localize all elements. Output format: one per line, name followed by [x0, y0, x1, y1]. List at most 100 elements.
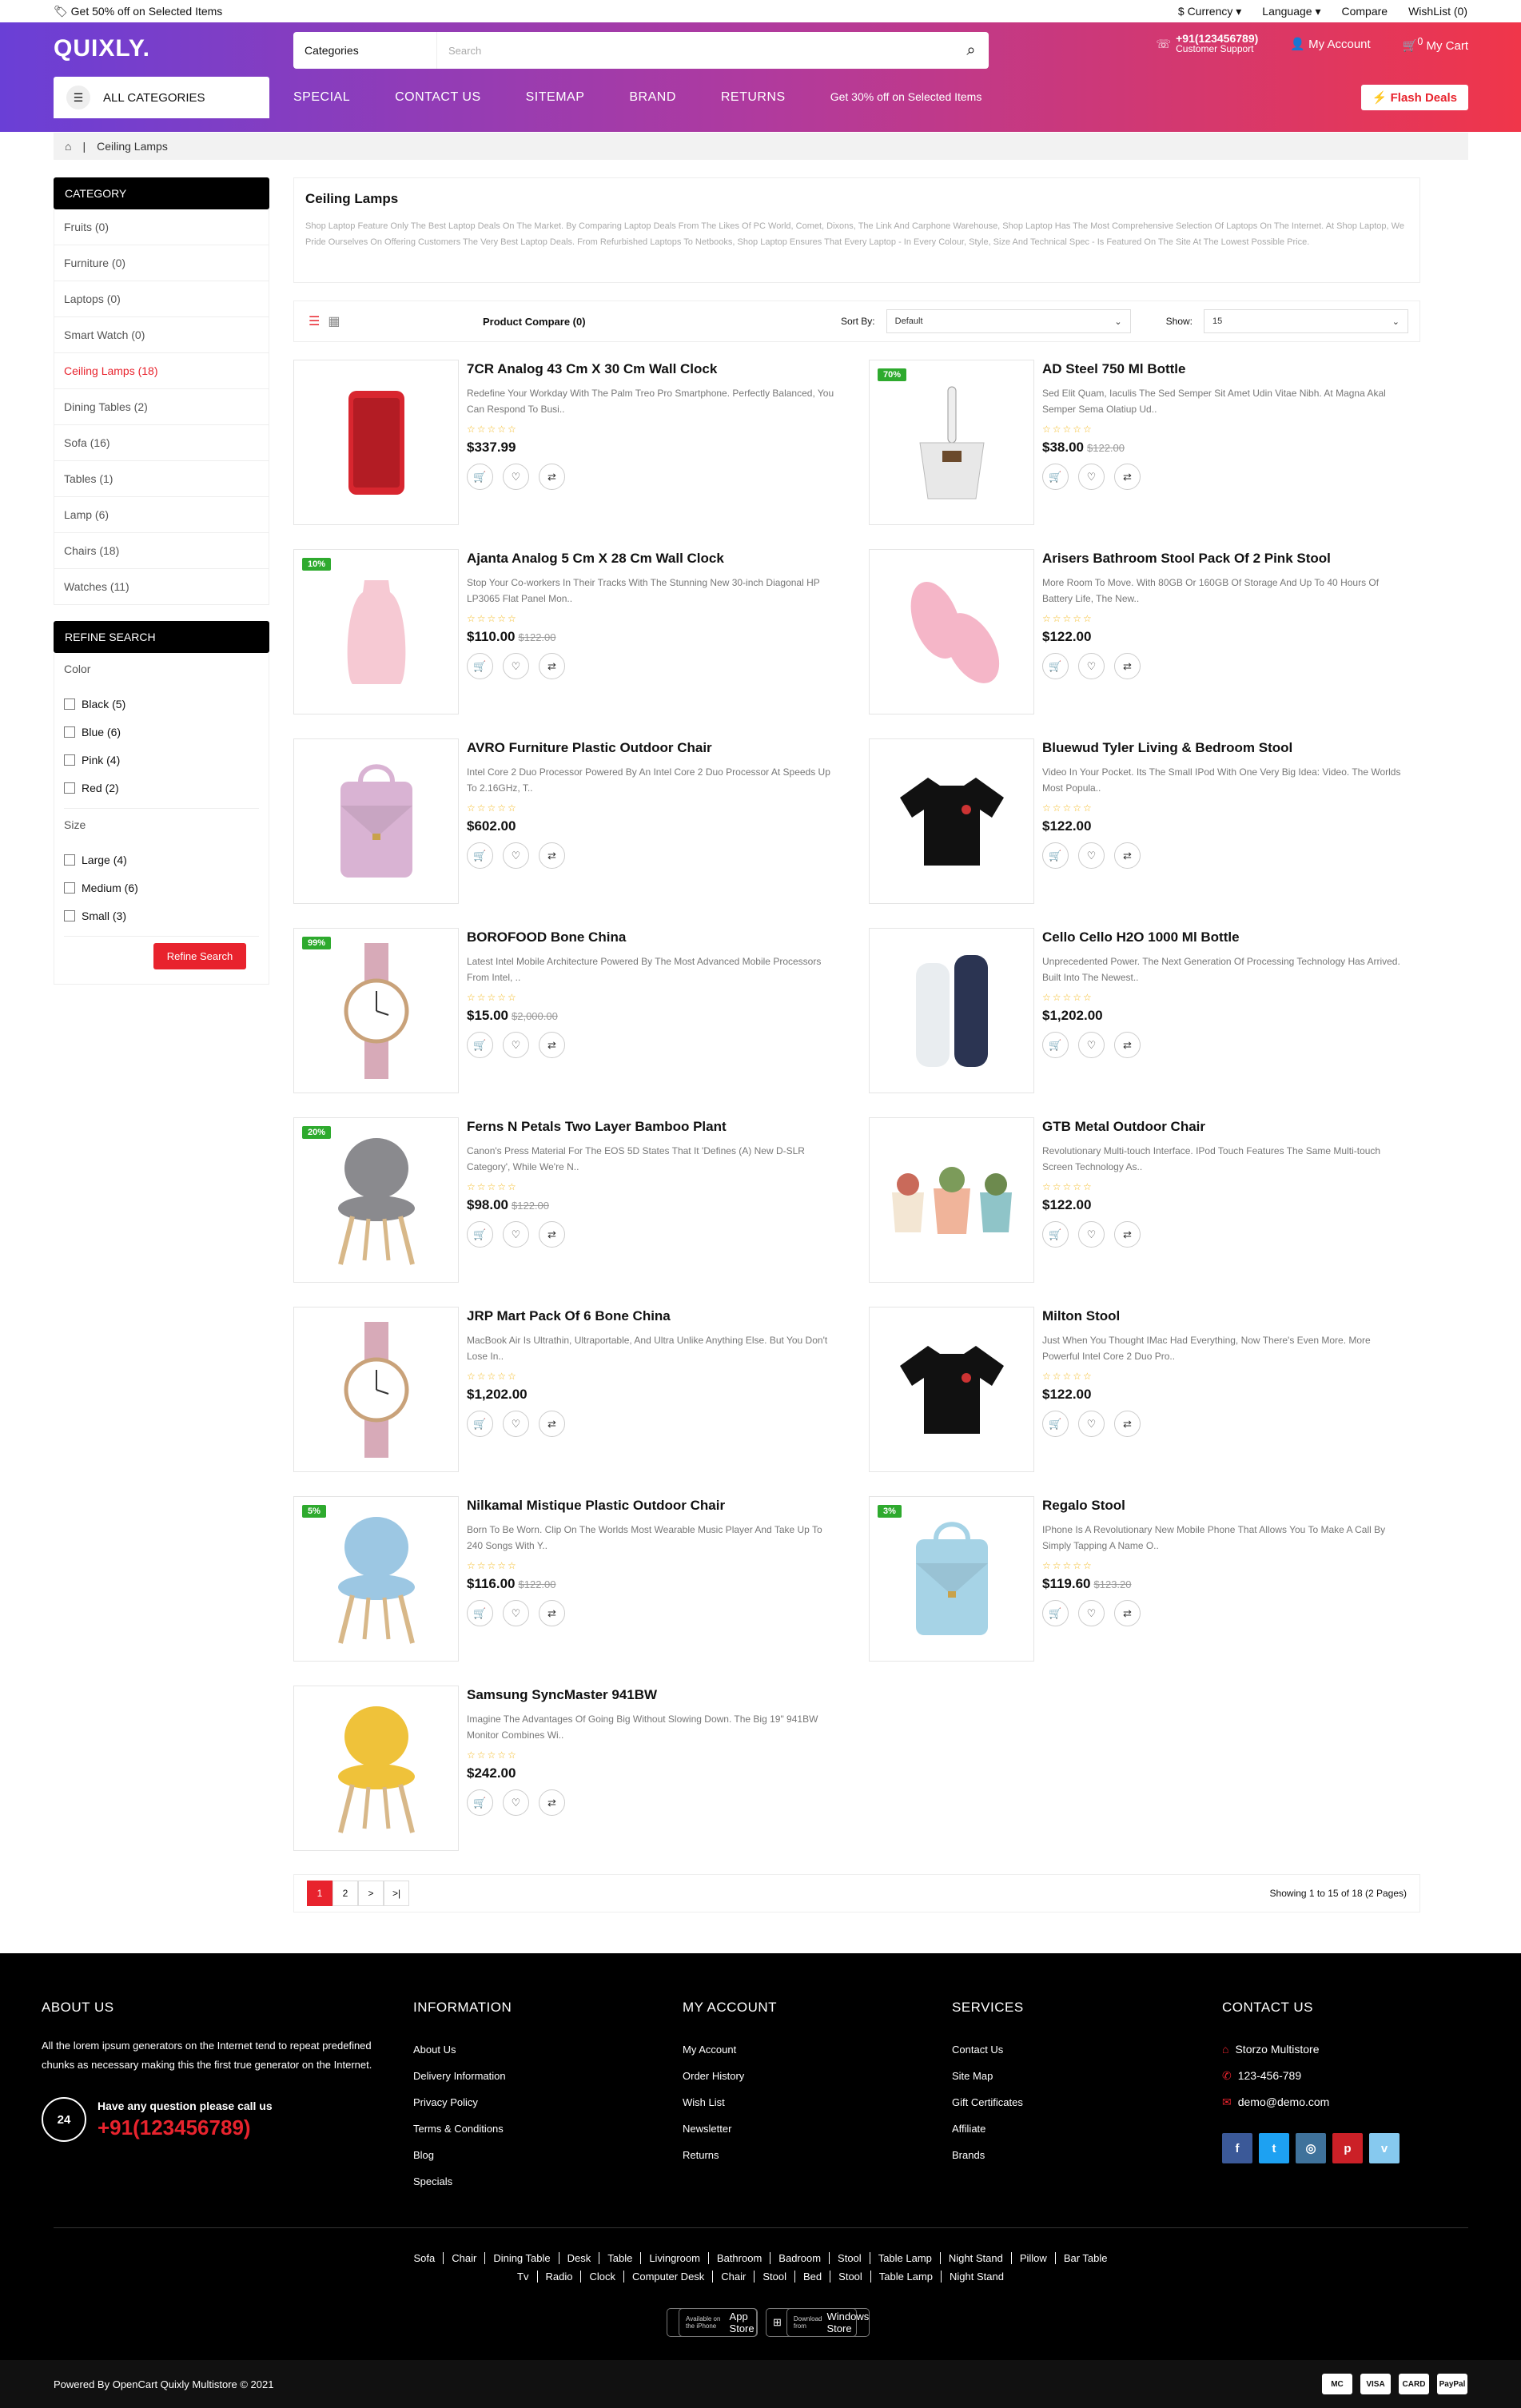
instagram-icon[interactable]: ◎: [1296, 2133, 1326, 2163]
add-to-cart-icon[interactable]: 🛒: [1042, 1411, 1069, 1437]
pinterest-icon[interactable]: p: [1332, 2133, 1363, 2163]
checkbox[interactable]: [64, 754, 75, 766]
search-icon[interactable]: ⌕: [954, 42, 989, 60]
product-name[interactable]: Ajanta Analog 5 Cm X 28 Cm Wall Clock: [467, 551, 834, 567]
wishlist-heart-icon[interactable]: ♡: [1078, 464, 1105, 490]
compare-icon[interactable]: ⇄: [539, 1221, 565, 1248]
footer-link[interactable]: Gift Certificates: [952, 2089, 1024, 2115]
compare-icon[interactable]: ⇄: [539, 1411, 565, 1437]
compare-icon[interactable]: ⇄: [539, 464, 565, 490]
footer-tag[interactable]: Badroom: [770, 2252, 830, 2264]
category-item[interactable]: Dining Tables (2): [54, 389, 269, 425]
facebook-icon[interactable]: f: [1222, 2133, 1252, 2163]
footer-tag[interactable]: Night Stand: [942, 2271, 1012, 2283]
compare-icon[interactable]: ⇄: [539, 1600, 565, 1626]
add-to-cart-icon[interactable]: 🛒: [467, 842, 493, 869]
add-to-cart-icon[interactable]: 🛒: [467, 653, 493, 679]
search-category-select[interactable]: Categories: [293, 32, 437, 69]
product-image[interactable]: [869, 738, 1034, 904]
footer-link[interactable]: Blog: [413, 2142, 512, 2168]
footer-tag[interactable]: Stool: [830, 2252, 870, 2264]
page-next[interactable]: >: [358, 1881, 384, 1906]
product-image[interactable]: [293, 1686, 459, 1851]
product-image[interactable]: 10%: [293, 549, 459, 714]
wishlist-heart-icon[interactable]: ♡: [503, 1600, 529, 1626]
add-to-cart-icon[interactable]: 🛒: [467, 1032, 493, 1058]
product-name[interactable]: JRP Mart Pack Of 6 Bone China: [467, 1308, 834, 1324]
product-name[interactable]: Ferns N Petals Two Layer Bamboo Plant: [467, 1119, 834, 1135]
email-address[interactable]: demo@demo.com: [1238, 2089, 1330, 2115]
product-image[interactable]: [293, 738, 459, 904]
product-image[interactable]: [293, 1307, 459, 1472]
footer-link[interactable]: Affiliate: [952, 2115, 1024, 2142]
footer-tag[interactable]: Table: [599, 2252, 642, 2264]
footer-tag[interactable]: Tv: [509, 2271, 538, 2283]
list-view-icon[interactable]: ☰: [309, 313, 320, 329]
add-to-cart-icon[interactable]: 🛒: [1042, 1221, 1069, 1248]
twitter-icon[interactable]: t: [1259, 2133, 1289, 2163]
footer-tag[interactable]: Computer Desk: [623, 2271, 714, 2283]
call-phone[interactable]: +91(123456789): [98, 2115, 273, 2140]
all-categories-button[interactable]: ☰ ALL CATEGORIES: [54, 77, 269, 118]
footer-link[interactable]: Brands: [952, 2142, 1024, 2168]
product-name[interactable]: BOROFOOD Bone China: [467, 929, 834, 945]
color-filter-option[interactable]: Pink (4): [64, 746, 259, 774]
category-item[interactable]: Lamp (6): [54, 497, 269, 533]
footer-tag[interactable]: Stool: [755, 2271, 796, 2283]
product-image[interactable]: [293, 360, 459, 525]
footer-link[interactable]: Privacy Policy: [413, 2089, 512, 2115]
checkbox[interactable]: [64, 909, 75, 921]
compare-icon[interactable]: ⇄: [1114, 653, 1141, 679]
product-image[interactable]: 70%: [869, 360, 1034, 525]
checkbox[interactable]: [64, 854, 75, 866]
nav-returns[interactable]: RETURNS: [721, 90, 786, 105]
my-account-link[interactable]: 👤 My Account: [1290, 37, 1370, 51]
search-input[interactable]: Search: [437, 45, 954, 57]
show-select[interactable]: 15 ⌄: [1204, 309, 1408, 333]
category-item[interactable]: Chairs (18): [54, 533, 269, 569]
vimeo-icon[interactable]: v: [1369, 2133, 1400, 2163]
footer-link[interactable]: My Account: [683, 2036, 777, 2063]
size-filter-option[interactable]: Small (3): [64, 902, 259, 929]
compare-icon[interactable]: ⇄: [539, 842, 565, 869]
checkbox[interactable]: [64, 782, 75, 794]
add-to-cart-icon[interactable]: 🛒: [467, 464, 493, 490]
page-2[interactable]: 2: [332, 1881, 358, 1906]
wishlist-heart-icon[interactable]: ♡: [503, 842, 529, 869]
add-to-cart-icon[interactable]: 🛒: [1042, 464, 1069, 490]
size-filter-option[interactable]: Large (4): [64, 846, 259, 874]
product-name[interactable]: Regalo Stool: [1042, 1498, 1410, 1514]
wishlist-heart-icon[interactable]: ♡: [503, 464, 529, 490]
footer-tag[interactable]: Bed: [795, 2271, 831, 2283]
logo[interactable]: QUIXLY.: [54, 35, 150, 62]
product-image[interactable]: 99%: [293, 928, 459, 1093]
nav-special[interactable]: SPECIAL: [293, 90, 350, 105]
category-item[interactable]: Laptops (0): [54, 281, 269, 317]
footer-tag[interactable]: Bathroom: [708, 2252, 771, 2264]
product-name[interactable]: Arisers Bathroom Stool Pack Of 2 Pink St…: [1042, 551, 1410, 567]
add-to-cart-icon[interactable]: 🛒: [467, 1789, 493, 1816]
product-image[interactable]: 5%: [293, 1496, 459, 1662]
footer-link[interactable]: Delivery Information: [413, 2063, 512, 2089]
footer-tag[interactable]: Bar Table: [1056, 2252, 1116, 2264]
checkbox[interactable]: [64, 882, 75, 894]
wishlist-heart-icon[interactable]: ♡: [1078, 1411, 1105, 1437]
wishlist-link[interactable]: WishList (0): [1408, 5, 1467, 18]
product-name[interactable]: Samsung SyncMaster 941BW: [467, 1687, 834, 1703]
product-name[interactable]: Nilkamal Mistique Plastic Outdoor Chair: [467, 1498, 834, 1514]
compare-link[interactable]: Compare: [1342, 5, 1388, 18]
product-name[interactable]: 7CR Analog 43 Cm X 30 Cm Wall Clock: [467, 361, 834, 377]
wishlist-heart-icon[interactable]: ♡: [503, 1221, 529, 1248]
product-compare-link[interactable]: Product Compare (0): [483, 316, 586, 328]
wishlist-heart-icon[interactable]: ♡: [1078, 1032, 1105, 1058]
currency-dropdown[interactable]: $ Currency ▾: [1178, 5, 1241, 18]
footer-tag[interactable]: Radio: [537, 2271, 582, 2283]
color-filter-option[interactable]: Black (5): [64, 690, 259, 718]
product-name[interactable]: AVRO Furniture Plastic Outdoor Chair: [467, 740, 834, 756]
add-to-cart-icon[interactable]: 🛒: [467, 1221, 493, 1248]
wishlist-heart-icon[interactable]: ♡: [503, 1411, 529, 1437]
compare-icon[interactable]: ⇄: [1114, 842, 1141, 869]
footer-link[interactable]: Contact Us: [952, 2036, 1024, 2063]
sort-select[interactable]: Default ⌄: [886, 309, 1131, 333]
wishlist-heart-icon[interactable]: ♡: [1078, 1221, 1105, 1248]
